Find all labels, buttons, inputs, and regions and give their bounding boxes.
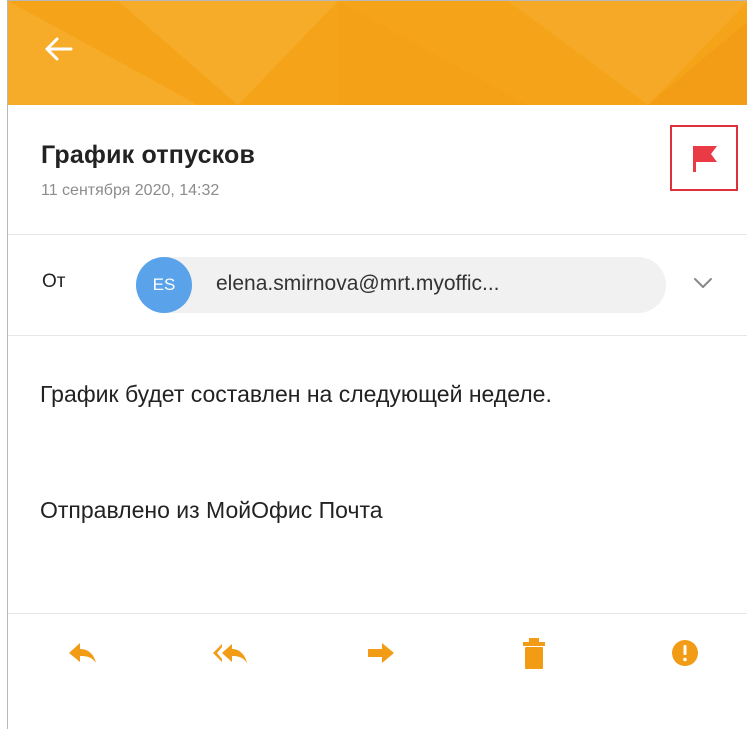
avatar: ES	[136, 257, 192, 313]
chevron-down-icon	[694, 278, 712, 288]
sender-email: elena.smirnova@mrt.myoffic...	[216, 272, 500, 295]
message-header: График отпусков 11 сентября 2020, 14:32	[41, 141, 255, 200]
divider	[8, 335, 747, 336]
trash-icon	[523, 638, 545, 669]
divider	[8, 613, 747, 614]
message-date: 11 сентября 2020, 14:32	[41, 182, 220, 199]
message-signature: Отправлено из МойОфис Почта	[40, 497, 383, 523]
spam-icon	[672, 640, 698, 666]
forward-icon	[368, 643, 394, 663]
email-view: График отпусков 11 сентября 2020, 14:32 …	[7, 0, 747, 729]
delete-button[interactable]	[512, 631, 556, 675]
sender-chip[interactable]: ES elena.smirnova@mrt.myoffic...	[136, 257, 666, 313]
arrow-left-icon	[45, 37, 73, 61]
forward-button[interactable]	[360, 631, 404, 675]
reply-all-icon	[213, 644, 247, 663]
report-spam-button[interactable]	[663, 631, 707, 675]
from-label: От	[42, 271, 66, 292]
expand-recipients-button[interactable]	[690, 273, 716, 293]
divider	[8, 234, 747, 235]
app-bar-background	[8, 1, 747, 105]
message-body: График будет составлен на следующей неде…	[40, 381, 552, 407]
app-bar	[8, 1, 747, 105]
flag-button[interactable]	[670, 125, 738, 191]
message-subject: График отпусков	[41, 141, 256, 169]
reply-all-button[interactable]	[209, 631, 253, 675]
back-button[interactable]	[38, 28, 80, 70]
reply-button[interactable]	[60, 631, 104, 675]
reply-icon	[69, 643, 96, 663]
flag-icon	[693, 146, 717, 172]
